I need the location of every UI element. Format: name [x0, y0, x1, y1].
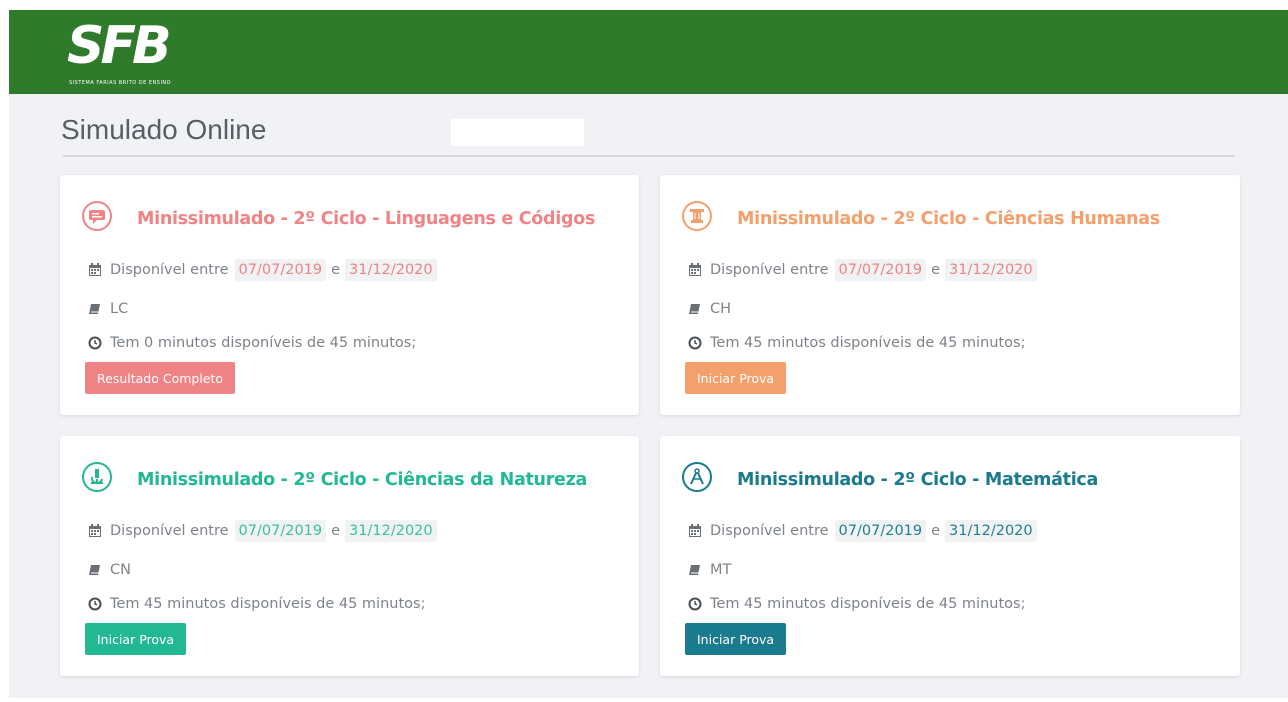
end-date: 31/12/2020 — [345, 520, 437, 542]
availability-row: Disponível entre 07/07/2019 e 31/12/2020 — [688, 520, 1037, 542]
time-text: Tem 45 minutos disponíveis de 45 minutos… — [110, 596, 426, 612]
blank-area — [451, 119, 584, 146]
available-label: Disponível entre — [710, 523, 829, 539]
clock-icon — [688, 336, 702, 350]
card-title[interactable]: Minissimulado - 2º Ciclo - Linguagens e … — [137, 209, 595, 229]
end-date: 31/12/2020 — [945, 520, 1037, 542]
subject-row: MT — [688, 562, 731, 578]
book-icon — [688, 302, 702, 316]
time-text: Tem 0 minutos disponíveis de 45 minutos; — [110, 335, 417, 351]
compass-icon — [682, 462, 712, 492]
top-bar: SFB SISTEMA FARIAS BRITO DE ENSINO — [9, 10, 1288, 94]
subject-code: CH — [710, 301, 732, 317]
calendar-icon — [688, 263, 702, 277]
sfb-logo[interactable]: SFB SISTEMA FARIAS BRITO DE ENSINO — [67, 16, 187, 88]
clock-icon — [88, 597, 102, 611]
time-row: Tem 45 minutos disponíveis de 45 minutos… — [88, 596, 425, 612]
availability-row: Disponível entre 07/07/2019 e 31/12/2020 — [88, 259, 437, 281]
start-exam-button[interactable]: Iniciar Prova — [685, 362, 787, 394]
exam-card-cn: Minissimulado - 2º Ciclo - Ciências da N… — [60, 436, 639, 676]
card-title[interactable]: Minissimulado - 2º Ciclo - Matemática — [737, 470, 1098, 490]
exam-card-lc: Minissimulado - 2º Ciclo - Linguagens e … — [60, 175, 639, 415]
subject-row: CN — [88, 562, 131, 578]
exam-card-ch: Minissimulado - 2º Ciclo - Ciências Huma… — [660, 175, 1240, 415]
start-date: 07/07/2019 — [834, 259, 927, 281]
calendar-icon — [88, 524, 102, 538]
time-text: Tem 45 minutos disponíveis de 45 minutos… — [710, 335, 1026, 351]
calendar-icon — [688, 524, 702, 538]
availability-row: Disponível entre 07/07/2019 e 31/12/2020 — [88, 520, 437, 542]
available-label: Disponível entre — [110, 523, 229, 539]
logo-text: SFB — [67, 16, 172, 76]
start-date: 07/07/2019 — [834, 520, 927, 542]
book-icon — [88, 563, 102, 577]
date-separator: e — [931, 523, 941, 539]
book-icon — [88, 302, 102, 316]
subject-code: MT — [710, 562, 732, 578]
subject-row: CH — [688, 301, 731, 317]
time-text: Tem 45 minutos disponíveis de 45 minutos… — [710, 596, 1026, 612]
end-date: 31/12/2020 — [945, 259, 1037, 281]
time-row: Tem 45 minutos disponíveis de 45 minutos… — [688, 596, 1025, 612]
card-title[interactable]: Minissimulado - 2º Ciclo - Ciências da N… — [137, 470, 587, 490]
start-exam-button[interactable]: Iniciar Prova — [685, 623, 787, 655]
result-button[interactable]: Resultado Completo — [85, 362, 236, 394]
start-date: 07/07/2019 — [234, 259, 327, 281]
book-icon — [688, 563, 702, 577]
calendar-icon — [88, 263, 102, 277]
subject-code: LC — [110, 301, 129, 317]
subject-code: CN — [110, 562, 131, 578]
clock-icon — [88, 336, 102, 350]
app-frame: SFB SISTEMA FARIAS BRITO DE ENSINO Simul… — [9, 10, 1288, 698]
clock-icon — [688, 597, 702, 611]
start-date: 07/07/2019 — [234, 520, 327, 542]
start-exam-button[interactable]: Iniciar Prova — [85, 623, 187, 655]
subject-row: LC — [88, 301, 128, 317]
card-title[interactable]: Minissimulado - 2º Ciclo - Ciências Huma… — [737, 209, 1160, 229]
availability-row: Disponível entre 07/07/2019 e 31/12/2020 — [688, 259, 1037, 281]
available-label: Disponível entre — [710, 262, 829, 278]
date-separator: e — [931, 262, 941, 278]
page-title: Simulado Online — [61, 114, 267, 145]
time-row: Tem 0 minutos disponíveis de 45 minutos; — [88, 335, 416, 351]
column-pillar-icon — [682, 201, 712, 231]
logo-tagline: SISTEMA FARIAS BRITO DE ENSINO — [69, 80, 172, 86]
end-date: 31/12/2020 — [345, 259, 437, 281]
speech-bubble-icon — [82, 201, 112, 231]
date-separator: e — [331, 262, 341, 278]
available-label: Disponível entre — [110, 262, 229, 278]
exam-card-mt: Minissimulado - 2º Ciclo - Matemática Di… — [660, 436, 1240, 676]
title-divider — [63, 155, 1235, 157]
time-row: Tem 45 minutos disponíveis de 45 minutos… — [688, 335, 1025, 351]
date-separator: e — [331, 523, 341, 539]
microscope-icon — [82, 462, 112, 492]
